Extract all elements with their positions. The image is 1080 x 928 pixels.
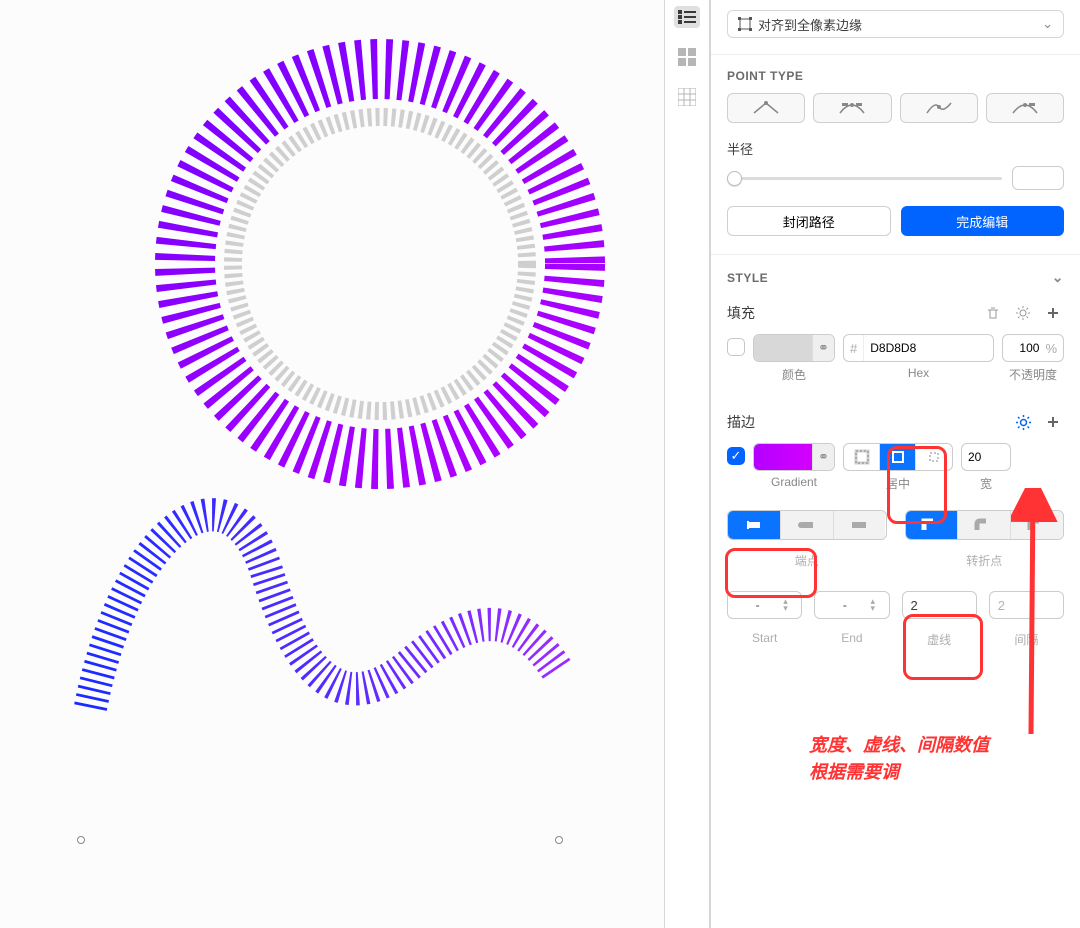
fill-label: 填充	[727, 303, 755, 323]
stroke-align-center[interactable]	[880, 444, 916, 470]
chevron-down-icon: ⌄	[1052, 269, 1064, 286]
radius-label: 半径	[727, 139, 1064, 158]
bounding-box-icon	[738, 17, 752, 31]
cap-square[interactable]	[834, 511, 886, 539]
fill-opacity-field[interactable]: %	[1002, 334, 1064, 362]
stroke-align-outside[interactable]	[916, 444, 952, 470]
shape-line-dashed[interactable]	[81, 840, 559, 889]
selection-handle-left[interactable]	[77, 836, 85, 844]
annotation-text: 宽度、虚线、间隔数值 根据需要调	[809, 732, 989, 786]
shape-circle-dashed[interactable]	[150, 34, 610, 494]
join-miter[interactable]	[906, 511, 959, 539]
stroke-color-swatch[interactable]: ⚭	[753, 443, 835, 471]
add-fill-icon[interactable]	[1042, 302, 1064, 324]
view-list-icon[interactable]	[674, 6, 700, 28]
join-bevel[interactable]	[1011, 511, 1063, 539]
gap-field[interactable]: 2	[989, 591, 1064, 619]
watermark: AAA教育	[999, 896, 1072, 922]
pixel-align-label: 对齐到全像素边缘	[758, 15, 862, 34]
chevron-down-icon: ⌄	[1042, 16, 1053, 32]
arrow-end-stepper[interactable]: - ▴▾	[814, 591, 889, 619]
view-grid-icon[interactable]	[674, 46, 700, 68]
delete-fill-icon[interactable]	[982, 302, 1004, 324]
cap-round[interactable]	[781, 511, 834, 539]
view-gridlines-icon[interactable]	[674, 86, 700, 108]
stroke-enabled-checkbox[interactable]: ✓	[727, 447, 745, 465]
pixel-align-dropdown[interactable]: 对齐到全像素边缘 ⌄	[727, 10, 1064, 38]
point-type-disconnected[interactable]	[900, 93, 978, 123]
point-type-mirrored[interactable]	[813, 93, 891, 123]
inspector-panel: 对齐到全像素边缘 ⌄ POINT TYPE 半径 封闭路径 完成编辑 STYLE…	[710, 0, 1080, 928]
finish-editing-button[interactable]: 完成编辑	[901, 206, 1065, 236]
selection-handle-right[interactable]	[555, 836, 563, 844]
close-path-button[interactable]: 封闭路径	[727, 206, 891, 236]
fill-settings-icon[interactable]	[1012, 302, 1034, 324]
fill-enabled-checkbox[interactable]	[727, 338, 745, 356]
fill-color-swatch[interactable]: ⚭	[753, 334, 835, 362]
stroke-label: 描边	[727, 412, 755, 432]
stroke-settings-icon[interactable]	[1012, 411, 1034, 433]
cap-butt[interactable]	[728, 511, 781, 539]
section-point-type: POINT TYPE	[711, 54, 1080, 93]
point-type-asymmetric[interactable]	[986, 93, 1064, 123]
arrow-start-stepper[interactable]: - ▴▾	[727, 591, 802, 619]
view-mode-bar	[664, 0, 710, 928]
radius-slider[interactable]	[727, 177, 1002, 180]
section-style[interactable]: STYLE ⌄	[711, 254, 1080, 296]
radius-value[interactable]	[1012, 166, 1064, 190]
design-canvas[interactable]	[0, 0, 664, 928]
fill-hex-field[interactable]: #	[843, 334, 994, 362]
link-icon[interactable]: ⚭	[812, 335, 834, 361]
dash-field[interactable]: 2	[902, 591, 977, 619]
stroke-align-inside[interactable]	[844, 444, 880, 470]
stroke-width-field[interactable]	[961, 443, 1011, 471]
link-icon[interactable]: ⚭	[812, 444, 834, 470]
join-round[interactable]	[958, 511, 1011, 539]
line-cap-segmented[interactable]	[727, 510, 887, 540]
line-join-segmented[interactable]	[905, 510, 1065, 540]
stroke-align-segmented[interactable]	[843, 443, 953, 471]
shape-curve-dashed[interactable]	[61, 486, 587, 726]
add-stroke-icon[interactable]	[1042, 411, 1064, 433]
point-type-straight[interactable]	[727, 93, 805, 123]
